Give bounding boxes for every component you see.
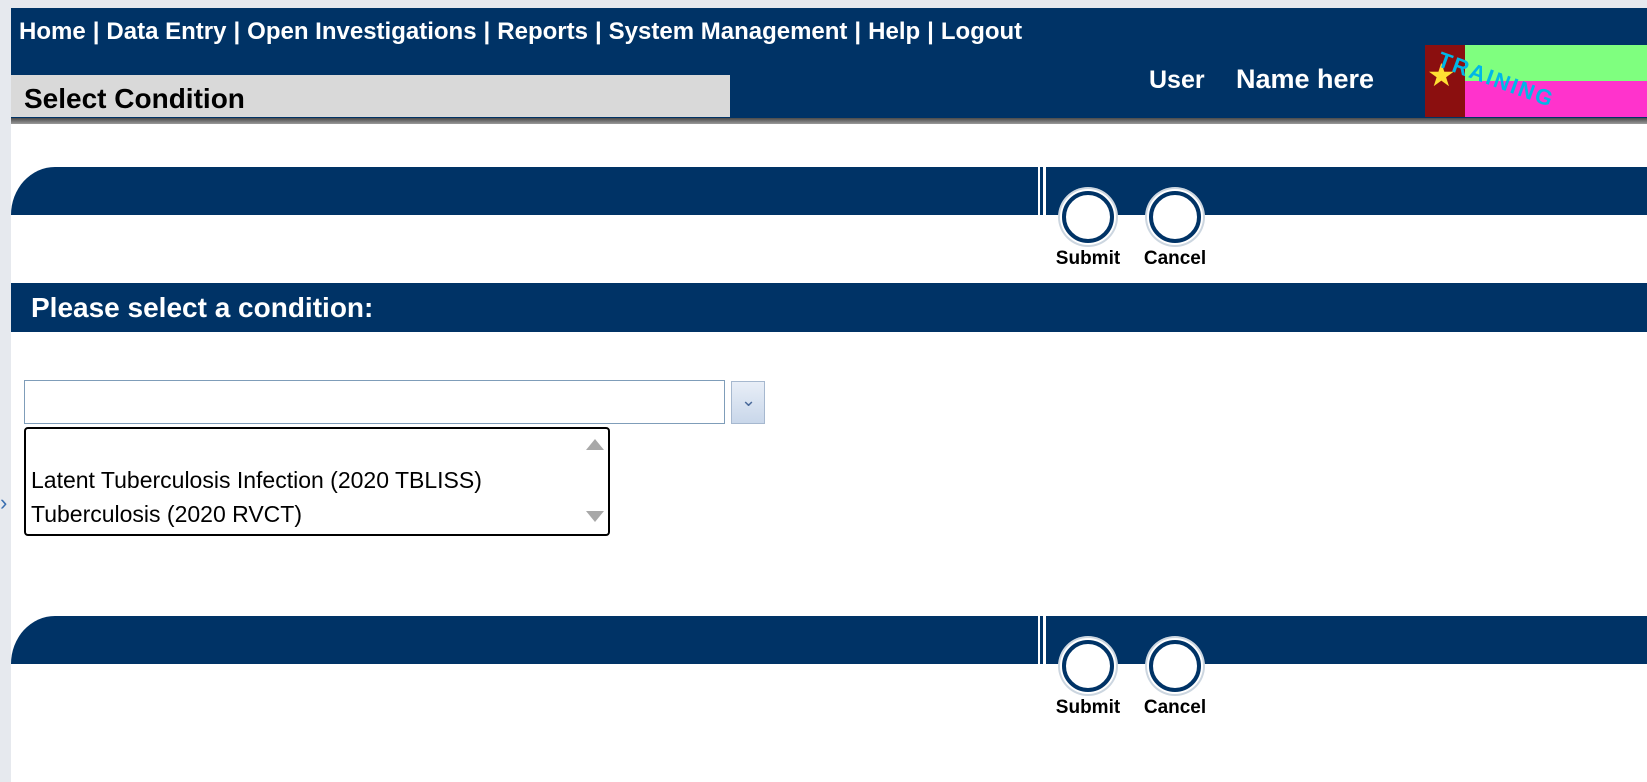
nav-system-management[interactable]: System Management <box>609 18 848 45</box>
chevron-down-icon: ⌄ <box>741 390 757 410</box>
page-title: Select Condition <box>24 83 245 114</box>
condition-options-list[interactable]: Latent Tuberculosis Infection (2020 TBLI… <box>24 427 610 536</box>
option-latent-tb[interactable]: Latent Tuberculosis Infection (2020 TBLI… <box>31 467 482 494</box>
nav-separator: | <box>927 18 934 45</box>
top-button-bar <box>11 167 1647 215</box>
section-header: Please select a condition: <box>11 283 1647 332</box>
nav-open-investigations[interactable]: Open Investigations <box>247 18 476 45</box>
top-strip <box>0 0 1647 8</box>
submit-circle-icon <box>1062 191 1114 243</box>
header-shadow <box>11 118 1647 124</box>
nav-separator: | <box>92 18 100 45</box>
cancel-label: Cancel <box>1143 697 1207 718</box>
submit-button-bottom[interactable]: Submit <box>1053 640 1123 719</box>
cancel-button-bottom[interactable]: Cancel <box>1140 640 1210 719</box>
user-label: User <box>1149 66 1205 94</box>
submit-button-top[interactable]: Submit <box>1053 191 1123 270</box>
scroll-up-icon[interactable] <box>586 439 604 450</box>
cancel-button-top[interactable]: Cancel <box>1140 191 1210 270</box>
nav-home[interactable]: Home <box>19 18 86 45</box>
condition-select[interactable] <box>24 380 725 424</box>
header: Home | Data Entry | Open Investigations | Repo… <box>11 8 1647 123</box>
nav-separator: | <box>854 18 862 45</box>
submit-label: Submit <box>1055 697 1121 718</box>
pointer-arrow-icon: › <box>0 490 8 515</box>
submit-label: Submit <box>1055 248 1121 269</box>
nav-separator: | <box>233 18 241 45</box>
cancel-circle-icon <box>1149 191 1201 243</box>
nav-separator: | <box>483 18 491 45</box>
condition-dropdown-button[interactable]: ⌄ <box>731 381 765 424</box>
nav-data-entry[interactable]: Data Entry <box>106 18 226 45</box>
bottom-button-bar <box>11 616 1647 664</box>
nav-logout[interactable]: Logout <box>941 18 1022 45</box>
section-title: Please select a condition: <box>31 292 374 323</box>
nav-separator: | <box>594 18 602 45</box>
submit-circle-icon <box>1062 640 1114 692</box>
left-gutter <box>0 0 11 782</box>
cancel-label: Cancel <box>1143 248 1207 269</box>
top-nav: Home | Data Entry | Open Investigations | Repo… <box>19 18 1022 46</box>
cancel-circle-icon <box>1149 640 1201 692</box>
nav-help[interactable]: Help <box>868 18 920 45</box>
training-logo: ★ TRAINING <box>1425 45 1647 117</box>
scroll-down-icon[interactable] <box>586 511 604 522</box>
page-title-box: Select Condition <box>11 75 730 117</box>
nav-reports[interactable]: Reports <box>497 18 588 45</box>
user-name: Name here <box>1236 64 1375 94</box>
option-tuberculosis[interactable]: Tuberculosis (2020 RVCT) <box>31 501 302 528</box>
